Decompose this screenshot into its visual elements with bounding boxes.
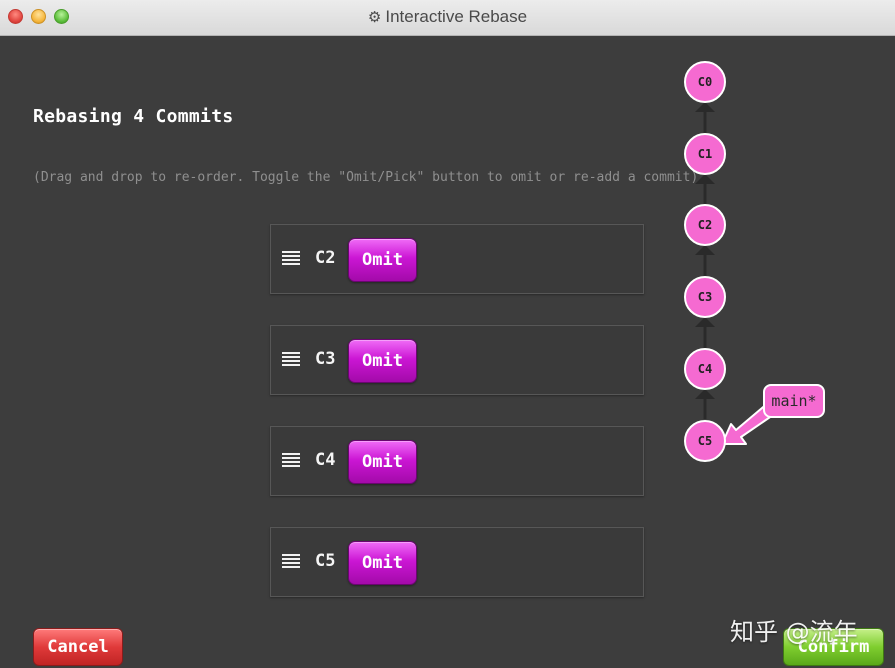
instructions-text: (Drag and drop to re-order. Toggle the "… xyxy=(33,170,699,185)
omit-button[interactable]: Omit xyxy=(348,339,417,383)
commit-row-c5[interactable]: C5 Omit xyxy=(270,527,644,597)
graph-node-c0: C0 xyxy=(684,61,726,103)
gear-icon: ⚙ xyxy=(367,9,382,26)
drag-handle-icon[interactable] xyxy=(282,352,300,366)
graph-node-c3: C3 xyxy=(684,276,726,318)
graph-node-c1: C1 xyxy=(684,133,726,175)
commit-row-c4[interactable]: C4 Omit xyxy=(270,426,644,496)
graph-edge-arrow xyxy=(695,389,715,399)
watermark-text: 知乎 @流年 xyxy=(730,618,858,646)
drag-handle-icon[interactable] xyxy=(282,554,300,568)
window-title-bar-text: ⚙ Interactive Rebase xyxy=(0,0,895,35)
drag-handle-icon[interactable] xyxy=(282,251,300,265)
graph-node-c2: C2 xyxy=(684,204,726,246)
omit-button[interactable]: Omit xyxy=(348,238,417,282)
dialog-title: Rebasing 4 Commits xyxy=(33,106,234,127)
graph-node-c5: C5 xyxy=(684,420,726,462)
graph-node-c4: C4 xyxy=(684,348,726,390)
omit-button[interactable]: Omit xyxy=(348,541,417,585)
commit-id: C3 xyxy=(315,349,336,369)
cancel-button[interactable]: Cancel xyxy=(33,628,123,666)
window-titlebar: ⚙ Interactive Rebase xyxy=(0,0,895,36)
commit-row-c3[interactable]: C3 Omit xyxy=(270,325,644,395)
graph-edge-arrow xyxy=(695,317,715,327)
window-title: Interactive Rebase xyxy=(385,7,528,26)
commit-id: C4 xyxy=(315,450,336,470)
graph-edge-arrow xyxy=(695,245,715,255)
commit-row-c2[interactable]: C2 Omit xyxy=(270,224,644,294)
drag-handle-icon[interactable] xyxy=(282,453,300,467)
branch-label-main: main* xyxy=(763,384,825,418)
omit-button[interactable]: Omit xyxy=(348,440,417,484)
commit-id: C5 xyxy=(315,551,336,571)
commit-id: C2 xyxy=(315,248,336,268)
graph-edge-arrow xyxy=(695,102,715,112)
